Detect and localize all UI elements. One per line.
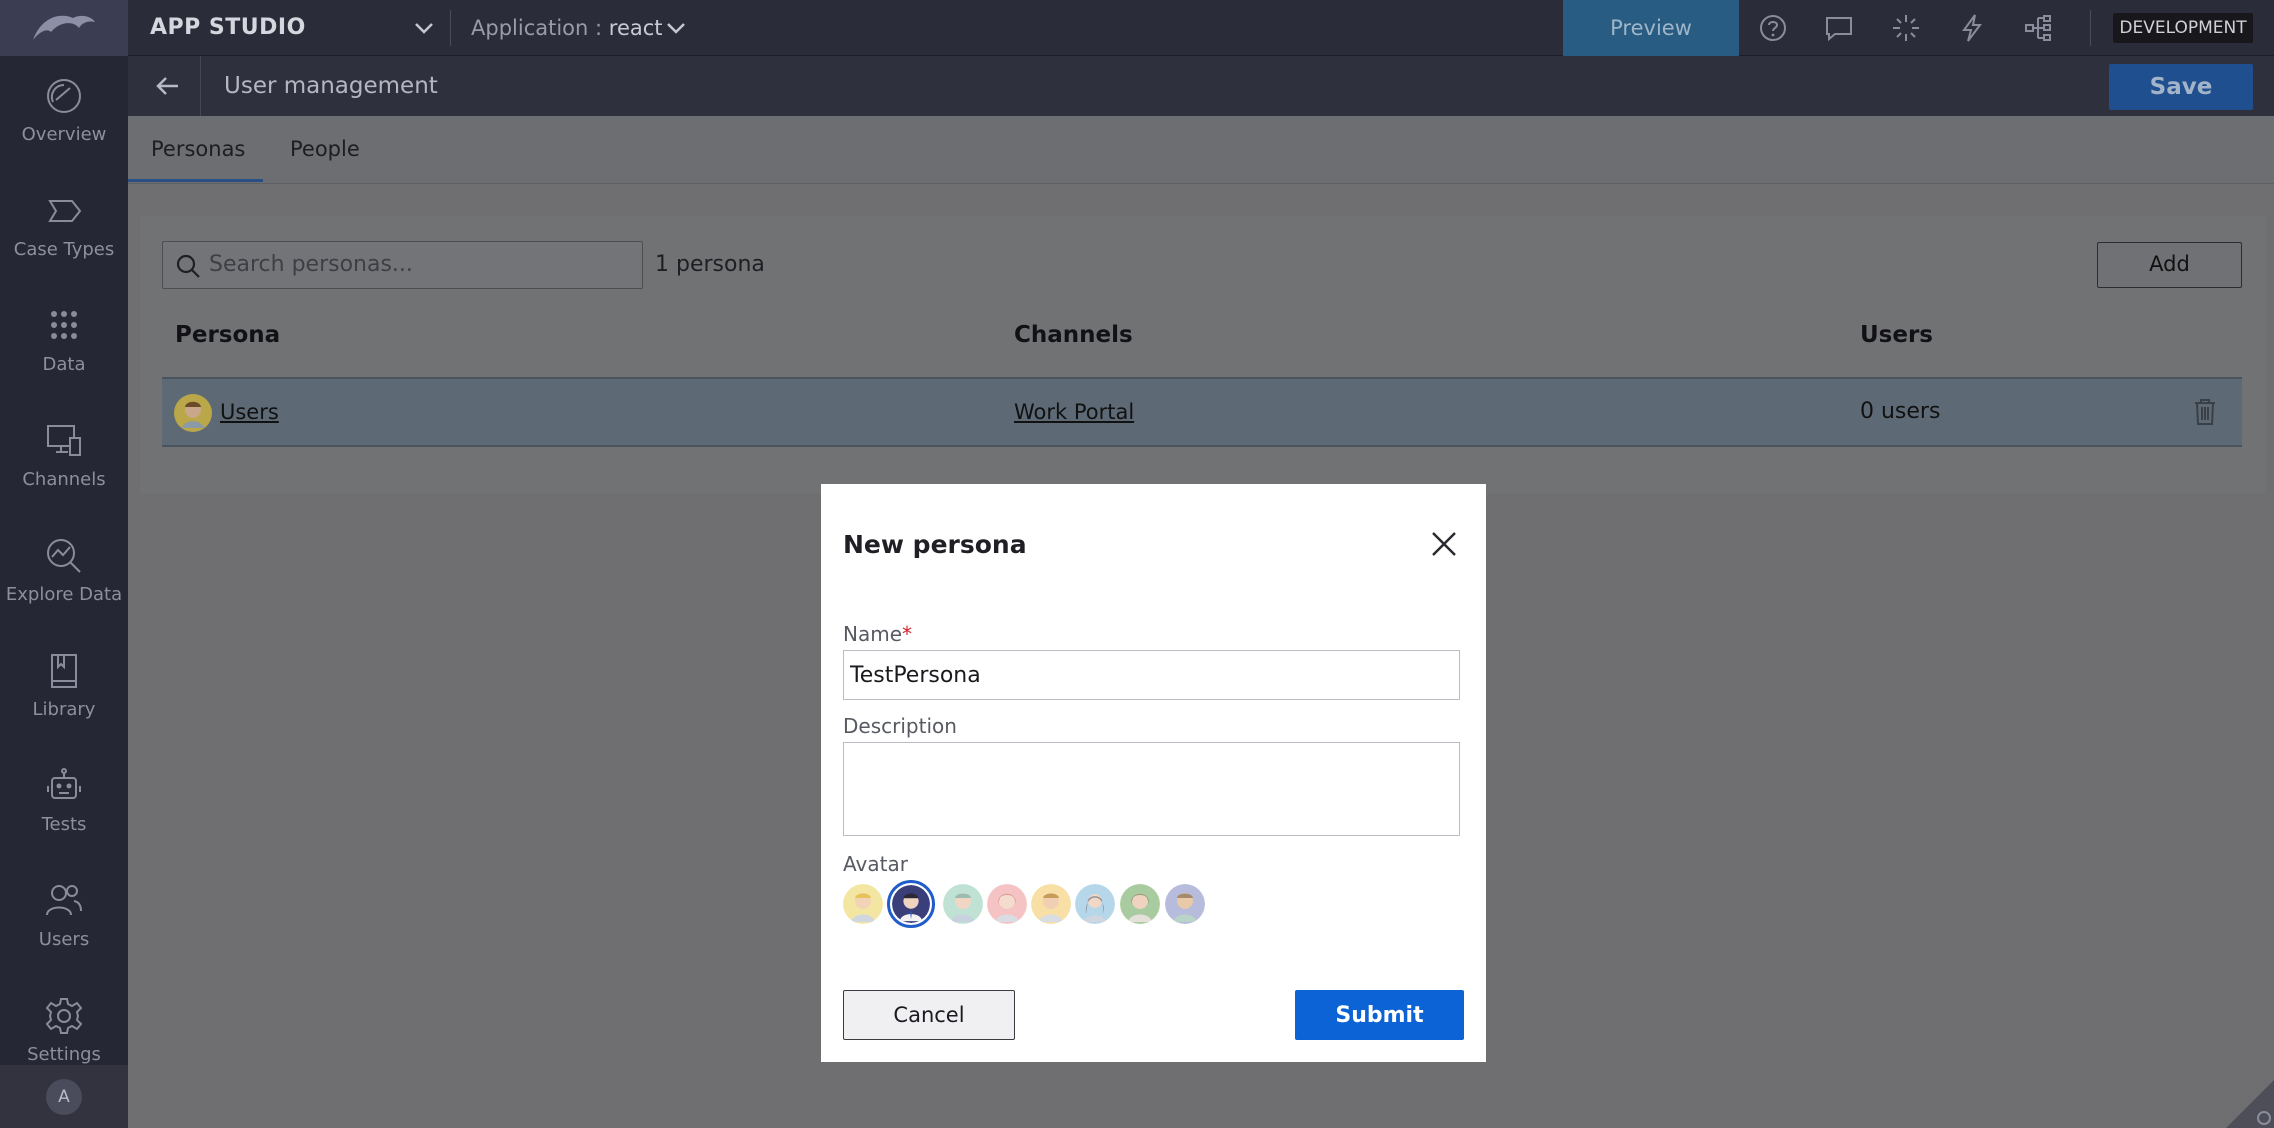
nav-item-library[interactable]: Library [0, 651, 128, 761]
save-button[interactable]: Save [2109, 64, 2253, 110]
book-icon [51, 654, 77, 688]
divider [200, 56, 201, 116]
page-header: User management [128, 56, 2274, 116]
preview-button[interactable]: Preview [1563, 0, 1739, 56]
channel-link[interactable]: Work Portal [1014, 379, 1134, 445]
search-icon [176, 254, 200, 278]
nav-label: Overview [21, 124, 107, 145]
nav-label: Tests [41, 814, 87, 835]
left-navigation: Overview Case Types Data Channels Explor… [0, 56, 128, 1128]
dialog-title: New persona [843, 530, 1027, 559]
avatar-option-1[interactable] [843, 884, 883, 924]
devices-icon [47, 425, 81, 456]
users-count: 0 users [1860, 399, 1941, 424]
tab-people[interactable]: People [290, 116, 360, 182]
nav-item-data[interactable]: Data [0, 306, 128, 416]
nav-label: Case Types [13, 239, 115, 260]
name-field[interactable] [843, 650, 1460, 700]
trash-icon[interactable] [2191, 397, 2219, 427]
search-input[interactable] [209, 242, 629, 287]
nav-label: Users [38, 929, 90, 950]
chevron-down-icon[interactable] [410, 14, 438, 42]
tag-outline-icon [48, 200, 82, 222]
hierarchy-icon[interactable] [2022, 12, 2054, 44]
nav-item-explore-data[interactable]: Explore Data [0, 536, 128, 646]
avatar-label: Avatar [843, 852, 908, 876]
application-switcher[interactable]: Application : react [471, 0, 663, 56]
users-icon [46, 885, 82, 916]
top-bar: APP STUDIO Application : react Preview D… [0, 0, 2274, 56]
application-name: react [608, 16, 663, 40]
speedometer-icon [47, 79, 81, 113]
back-arrow-icon[interactable] [152, 70, 184, 102]
avatar-option-5[interactable] [1031, 884, 1071, 924]
robot-icon [47, 768, 81, 799]
nav-label: Settings [27, 1044, 101, 1065]
nav-item-channels[interactable]: Channels [0, 421, 128, 531]
resize-corner-icon [2226, 1080, 2274, 1128]
nav-label: Library [32, 699, 96, 720]
column-header-persona[interactable]: Persona [175, 322, 280, 348]
divider [2090, 10, 2091, 46]
nav-label: Explore Data [5, 584, 123, 605]
nav-item-overview[interactable]: Overview [0, 76, 128, 186]
submit-button[interactable]: Submit [1295, 990, 1464, 1040]
nav-item-tests[interactable]: Tests [0, 766, 128, 876]
lightning-icon[interactable] [1956, 12, 1988, 44]
required-marker: * [902, 622, 913, 646]
close-icon[interactable] [1429, 529, 1459, 559]
nav-item-case-types[interactable]: Case Types [0, 191, 128, 301]
avatar-option-3[interactable] [943, 884, 983, 924]
add-persona-button[interactable]: Add [2097, 242, 2242, 288]
nav-label: Channels [22, 469, 106, 490]
dot-grid-icon [51, 311, 77, 339]
application-label: Application : [471, 16, 603, 40]
column-header-channels[interactable]: Channels [1014, 322, 1133, 348]
environment-badge: DEVELOPMENT [2113, 13, 2253, 43]
description-field[interactable] [843, 742, 1460, 836]
avatar-option-8[interactable] [1165, 884, 1205, 924]
persona-name-link[interactable]: Users [220, 379, 279, 445]
loading-icon[interactable] [1890, 12, 1922, 44]
avatar-option-2[interactable] [887, 880, 935, 928]
pega-logo[interactable] [0, 0, 128, 56]
table-row[interactable]: Users Work Portal 0 users [162, 377, 2242, 447]
comment-icon[interactable] [1823, 12, 1855, 44]
nav-label: Data [42, 354, 86, 375]
name-label: Name* [843, 622, 913, 646]
persona-count: 1 persona [655, 252, 765, 277]
gear-icon [45, 998, 83, 1034]
active-tab-indicator [128, 179, 263, 182]
new-persona-dialog: New persona Name* Description Avatar [821, 484, 1486, 1062]
studio-switcher[interactable]: APP STUDIO [150, 0, 306, 56]
avatar-option-6[interactable] [1075, 884, 1115, 924]
logo-icon [33, 15, 95, 40]
nav-item-users[interactable]: Users [0, 881, 128, 991]
persona-avatar-icon [174, 394, 212, 432]
avatar-option-4[interactable] [987, 884, 1027, 924]
page-title: User management [224, 73, 438, 99]
tab-personas[interactable]: Personas [151, 116, 245, 182]
divider [450, 10, 451, 46]
chart-search-icon [47, 539, 81, 573]
cancel-button[interactable]: Cancel [843, 990, 1015, 1040]
column-header-users[interactable]: Users [1860, 322, 1933, 348]
avatar-option-7[interactable] [1120, 884, 1160, 924]
description-label: Description [843, 714, 957, 738]
search-box[interactable] [162, 241, 643, 289]
chevron-down-icon[interactable] [662, 14, 690, 42]
tab-bar: Personas People [128, 116, 2274, 184]
user-avatar[interactable]: A [46, 1079, 82, 1115]
help-icon[interactable] [1757, 12, 1789, 44]
